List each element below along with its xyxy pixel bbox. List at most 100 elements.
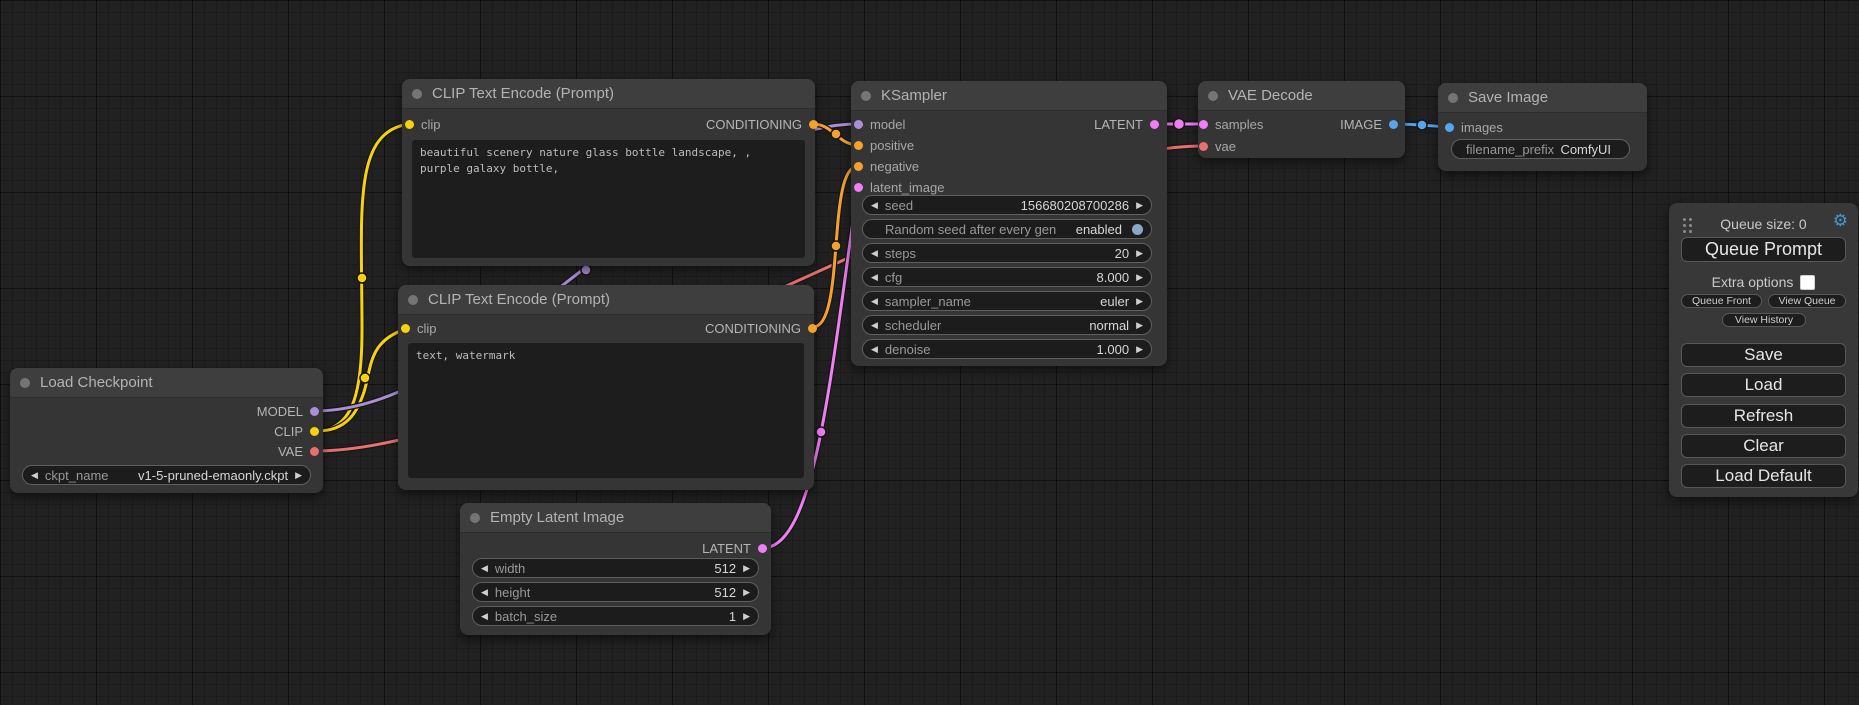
node-title-bar[interactable]: CLIP Text Encode (Prompt) [398, 285, 814, 315]
input-slot-vae[interactable] [1199, 142, 1208, 151]
widget-label: seed [885, 198, 913, 213]
arrow-right-icon[interactable]: ▶ [1136, 273, 1143, 282]
widget-denoise[interactable]: ◀ denoise 1.000 ▶ [862, 339, 1152, 359]
output-label-conditioning: CONDITIONING [706, 117, 802, 132]
node-collapse-dot[interactable] [408, 295, 418, 305]
widget-filename-prefix[interactable]: filename_prefix ComfyUI [1451, 139, 1630, 159]
widget-value: enabled [1076, 222, 1122, 237]
output-slot-conditioning[interactable] [809, 120, 818, 129]
arrow-right-icon[interactable]: ▶ [295, 471, 302, 480]
extra-options-checkbox[interactable] [1800, 275, 1815, 290]
arrow-left-icon[interactable]: ◀ [871, 201, 878, 210]
node-clip-text-encode-negative[interactable]: CLIP Text Encode (Prompt) clip CONDITION… [398, 285, 814, 490]
save-button[interactable]: Save [1681, 343, 1846, 367]
link-midpoint-dot [831, 241, 841, 251]
refresh-button[interactable]: Refresh [1681, 404, 1846, 428]
arrow-right-icon[interactable]: ▶ [743, 588, 750, 597]
node-title-bar[interactable]: Save Image [1438, 83, 1647, 113]
queue-front-button[interactable]: Queue Front [1681, 294, 1762, 308]
node-title-bar[interactable]: KSampler [851, 81, 1167, 111]
link-midpoint-dot [360, 373, 370, 383]
node-title-bar[interactable]: Empty Latent Image [460, 503, 771, 533]
load-default-button[interactable]: Load Default [1681, 464, 1846, 488]
output-slot-conditioning[interactable] [808, 324, 817, 333]
node-title-bar[interactable]: CLIP Text Encode (Prompt) [402, 79, 815, 109]
arrow-left-icon[interactable]: ◀ [871, 249, 878, 258]
widget-scheduler[interactable]: ◀ scheduler normal ▶ [862, 315, 1152, 335]
node-clip-text-encode-positive[interactable]: CLIP Text Encode (Prompt) clip CONDITION… [402, 79, 815, 266]
arrow-left-icon[interactable]: ◀ [871, 345, 878, 354]
arrow-left-icon[interactable]: ◀ [871, 321, 878, 330]
arrow-right-icon[interactable]: ▶ [1136, 201, 1143, 210]
output-slot-vae[interactable] [310, 447, 319, 456]
widget-steps[interactable]: ◀ steps 20 ▶ [862, 243, 1152, 263]
input-slot-clip[interactable] [405, 120, 414, 129]
widget-height[interactable]: ◀ height 512 ▶ [472, 582, 759, 602]
widget-value: euler [1100, 294, 1129, 309]
input-slot-model[interactable] [854, 120, 863, 129]
node-title-bar[interactable]: Load Checkpoint [10, 368, 323, 398]
output-slot-model[interactable] [310, 407, 319, 416]
gear-icon[interactable]: ⚙ [1833, 211, 1848, 231]
node-collapse-dot[interactable] [20, 378, 30, 388]
prompt-textarea[interactable]: text, watermark [408, 343, 804, 478]
node-collapse-dot[interactable] [861, 91, 871, 101]
arrow-left-icon[interactable]: ◀ [481, 564, 488, 573]
arrow-right-icon[interactable]: ▶ [1136, 249, 1143, 258]
output-slot-image[interactable] [1389, 120, 1398, 129]
node-collapse-dot[interactable] [1208, 91, 1218, 101]
prompt-textarea[interactable]: beautiful scenery nature glass bottle la… [412, 140, 805, 258]
input-slot-clip[interactable] [401, 324, 410, 333]
input-slot-latent-image[interactable] [854, 183, 863, 192]
output-slot-latent[interactable] [758, 544, 767, 553]
node-collapse-dot[interactable] [1448, 93, 1458, 103]
widget-width[interactable]: ◀ width 512 ▶ [472, 558, 759, 578]
node-ksampler[interactable]: KSampler model LATENT positive negative … [851, 81, 1167, 366]
queue-prompt-button[interactable]: Queue Prompt [1681, 237, 1846, 262]
arrow-left-icon[interactable]: ◀ [871, 297, 878, 306]
output-slot-latent[interactable] [1150, 120, 1159, 129]
widget-seed[interactable]: ◀ seed 156680208700286 ▶ [862, 195, 1152, 215]
load-button[interactable]: Load [1681, 373, 1846, 397]
input-slot-positive[interactable] [854, 141, 863, 150]
node-empty-latent-image[interactable]: Empty Latent Image LATENT ◀ width 512 ▶ … [460, 503, 771, 635]
arrow-left-icon[interactable]: ◀ [481, 612, 488, 621]
view-queue-button[interactable]: View Queue [1768, 294, 1846, 308]
node-vae-decode[interactable]: VAE Decode samples IMAGE vae [1198, 81, 1405, 158]
extra-options-label: Extra options [1712, 274, 1794, 290]
widget-sampler-name[interactable]: ◀ sampler_name euler ▶ [862, 291, 1152, 311]
toggle-dot-icon[interactable] [1132, 224, 1143, 235]
input-label-model: model [870, 117, 905, 132]
arrow-right-icon[interactable]: ▶ [743, 564, 750, 573]
widget-batch-size[interactable]: ◀ batch_size 1 ▶ [472, 606, 759, 626]
widget-ckpt-name[interactable]: ◀ ckpt_name v1-5-pruned-emaonly.ckpt ▶ [22, 465, 311, 485]
arrow-right-icon[interactable]: ▶ [1136, 321, 1143, 330]
widget-random-seed-toggle[interactable]: Random seed after every gen enabled [862, 219, 1152, 239]
node-title: Load Checkpoint [40, 374, 153, 391]
output-label-model: MODEL [257, 404, 303, 419]
arrow-right-icon[interactable]: ▶ [1136, 345, 1143, 354]
input-slot-samples[interactable] [1199, 120, 1208, 129]
input-slot-negative[interactable] [854, 162, 863, 171]
widget-cfg[interactable]: ◀ cfg 8.000 ▶ [862, 267, 1152, 287]
output-label-image: IMAGE [1340, 117, 1382, 132]
clear-button[interactable]: Clear [1681, 434, 1846, 458]
input-label-images: images [1461, 120, 1503, 135]
arrow-left-icon[interactable]: ◀ [31, 471, 38, 480]
input-slot-images[interactable] [1445, 123, 1454, 132]
node-title-bar[interactable]: VAE Decode [1198, 81, 1405, 111]
node-save-image[interactable]: Save Image images filename_prefix ComfyU… [1438, 83, 1647, 171]
view-history-button[interactable]: View History [1722, 313, 1806, 327]
arrow-left-icon[interactable]: ◀ [871, 273, 878, 282]
node-collapse-dot[interactable] [470, 513, 480, 523]
output-label-conditioning: CONDITIONING [705, 321, 801, 336]
output-slot-clip[interactable] [310, 427, 319, 436]
input-label-negative: negative [870, 159, 919, 174]
arrow-right-icon[interactable]: ▶ [743, 612, 750, 621]
arrow-right-icon[interactable]: ▶ [1136, 297, 1143, 306]
node-load-checkpoint[interactable]: Load Checkpoint MODEL CLIP VAE ◀ ckpt_na… [10, 368, 323, 493]
arrow-left-icon[interactable]: ◀ [481, 588, 488, 597]
output-label-latent: LATENT [702, 541, 751, 556]
input-label-clip: clip [417, 321, 437, 336]
node-collapse-dot[interactable] [412, 89, 422, 99]
